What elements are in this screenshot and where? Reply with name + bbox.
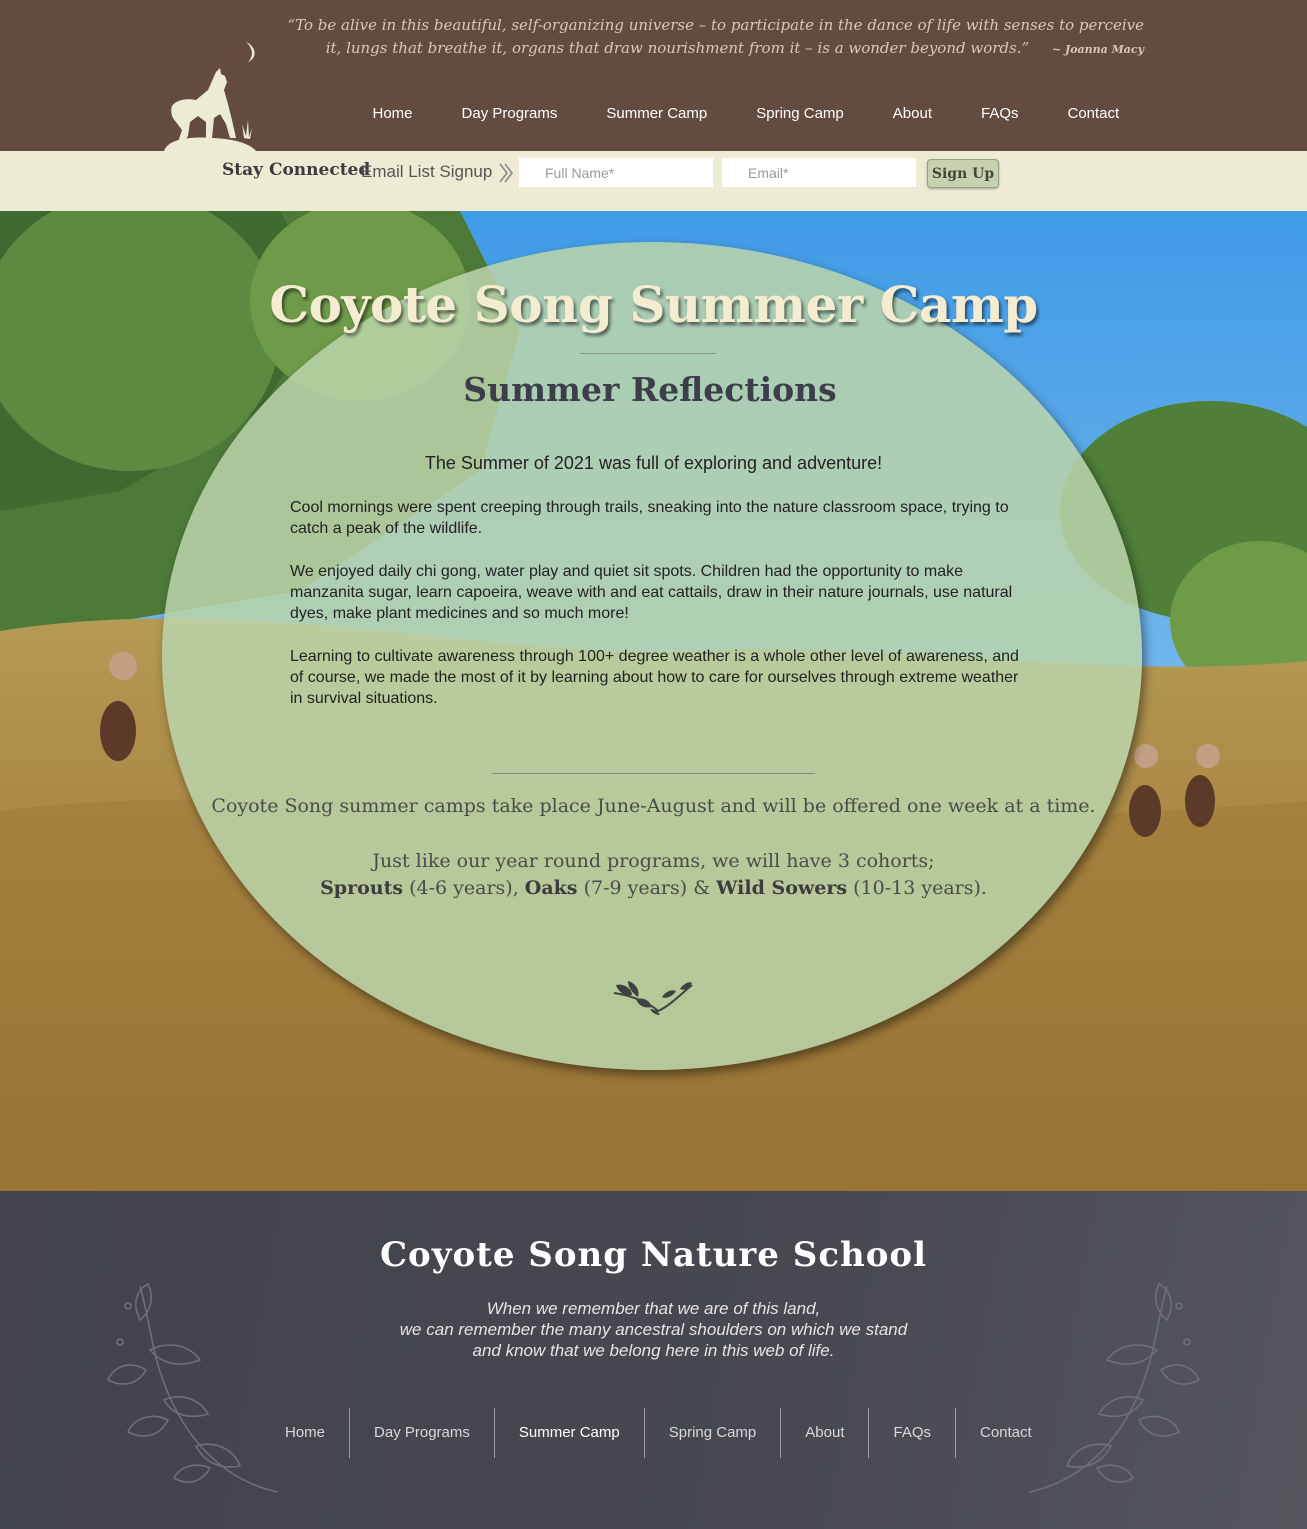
- camp-schedule-text: Coyote Song summer camps take place June…: [211, 795, 1096, 817]
- cohorts-list: Sprouts (4-6 years), Oaks (7-9 years) & …: [0, 875, 1307, 902]
- cohorts-intro: Just like our year round programs, we wi…: [372, 850, 935, 872]
- section-heading: Summer Reflections: [463, 370, 837, 409]
- title-divider: [580, 353, 716, 354]
- cohort-name: Wild Sowers: [716, 877, 848, 899]
- section-divider: [492, 773, 815, 774]
- sign-up-button[interactable]: Sign Up: [927, 159, 999, 188]
- double-chevron-right-icon: [499, 163, 514, 183]
- cohort-ages: (4-6 years),: [409, 877, 519, 899]
- nav-contact[interactable]: Contact: [1043, 96, 1144, 132]
- reflection-paragraph: Learning to cultivate awareness through …: [290, 648, 1019, 707]
- page-title: Coyote Song Summer Camp: [269, 275, 1038, 334]
- intro-text: The Summer of 2021 was full of exploring…: [424, 453, 883, 473]
- nav-spring-camp[interactable]: Spring Camp: [732, 96, 869, 132]
- poem-line: and know that we belong here in this web…: [472, 1341, 835, 1360]
- footer-title: Coyote Song Nature School: [379, 1235, 928, 1275]
- footer-nav-summer-camp[interactable]: Summer Camp: [493, 1408, 644, 1458]
- poem-line: When we remember that we are of this lan…: [486, 1299, 821, 1318]
- cohort-ages: (7-9 years) &: [583, 877, 711, 899]
- reflection-paragraph: Cool mornings were spent creeping throug…: [290, 499, 1009, 537]
- nav-day-programs[interactable]: Day Programs: [437, 96, 582, 132]
- nav-summer-camp[interactable]: Summer Camp: [582, 96, 732, 132]
- footer-nav: Home Day Programs Summer Camp Spring Cam…: [261, 1408, 1056, 1458]
- footer-nav-contact[interactable]: Contact: [955, 1408, 1056, 1458]
- nav-home[interactable]: Home: [348, 96, 437, 132]
- howling-coyote-logo[interactable]: [158, 40, 268, 151]
- full-name-input[interactable]: [519, 158, 713, 187]
- reflection-paragraph: We enjoyed daily chi gong, water play an…: [290, 563, 1013, 622]
- leaf-sprig-icon: [613, 981, 693, 1015]
- cohort-name: Oaks: [524, 877, 578, 899]
- nav-faqs[interactable]: FAQs: [956, 96, 1043, 132]
- footer-nav-about[interactable]: About: [780, 1408, 868, 1458]
- footer-nav-day-programs[interactable]: Day Programs: [349, 1408, 494, 1458]
- main-nav: Home Day Programs Summer Camp Spring Cam…: [348, 96, 1144, 132]
- nav-about[interactable]: About: [868, 96, 956, 132]
- quote-author: ~ Joanna Macy: [1051, 43, 1144, 56]
- email-list-label: Email List Signup: [361, 162, 493, 181]
- header-quote: “To be alive in this beautiful, self-org…: [270, 14, 1145, 61]
- cohort-name: Sprouts: [320, 877, 404, 899]
- poem-line: we can remember the many ancestral shoul…: [399, 1320, 908, 1339]
- cohort-ages: (10-13 years).: [853, 877, 987, 899]
- stay-connected-label: Stay Connected: [222, 160, 371, 180]
- footer-nav-home[interactable]: Home: [261, 1408, 349, 1458]
- email-input[interactable]: [722, 158, 916, 187]
- footer-poem: When we remember that we are of this lan…: [0, 1298, 1307, 1361]
- footer-nav-spring-camp[interactable]: Spring Camp: [643, 1408, 781, 1458]
- crescent-moon-icon: [246, 42, 255, 62]
- footer-nav-faqs[interactable]: FAQs: [868, 1408, 955, 1458]
- quote-text: “To be alive in this beautiful, self-org…: [287, 16, 1145, 57]
